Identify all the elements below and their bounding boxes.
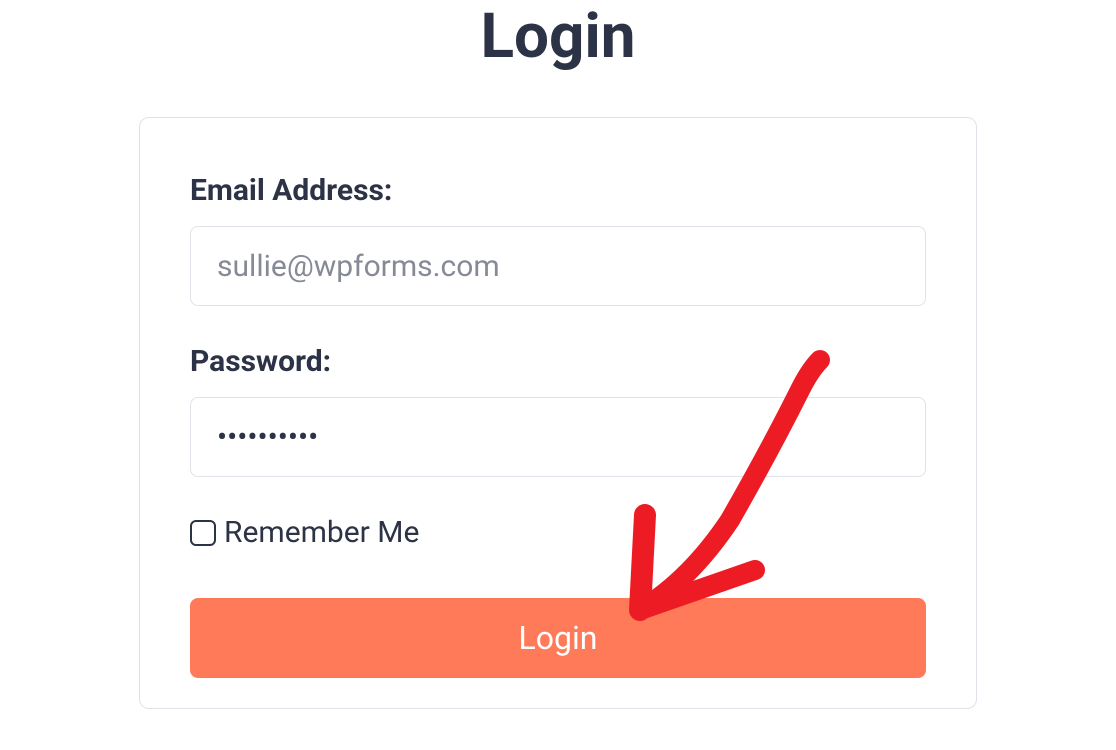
password-label: Password: (190, 344, 926, 379)
page-title: Login (0, 0, 1116, 117)
remember-label[interactable]: Remember Me (224, 515, 419, 550)
remember-row: Remember Me (190, 515, 926, 550)
login-button[interactable]: Login (190, 598, 926, 678)
login-card: Email Address: Password: Remember Me Log… (139, 117, 977, 709)
email-label: Email Address: (190, 173, 926, 208)
remember-checkbox[interactable] (190, 520, 216, 546)
password-input[interactable] (190, 397, 926, 477)
email-input[interactable] (190, 226, 926, 306)
